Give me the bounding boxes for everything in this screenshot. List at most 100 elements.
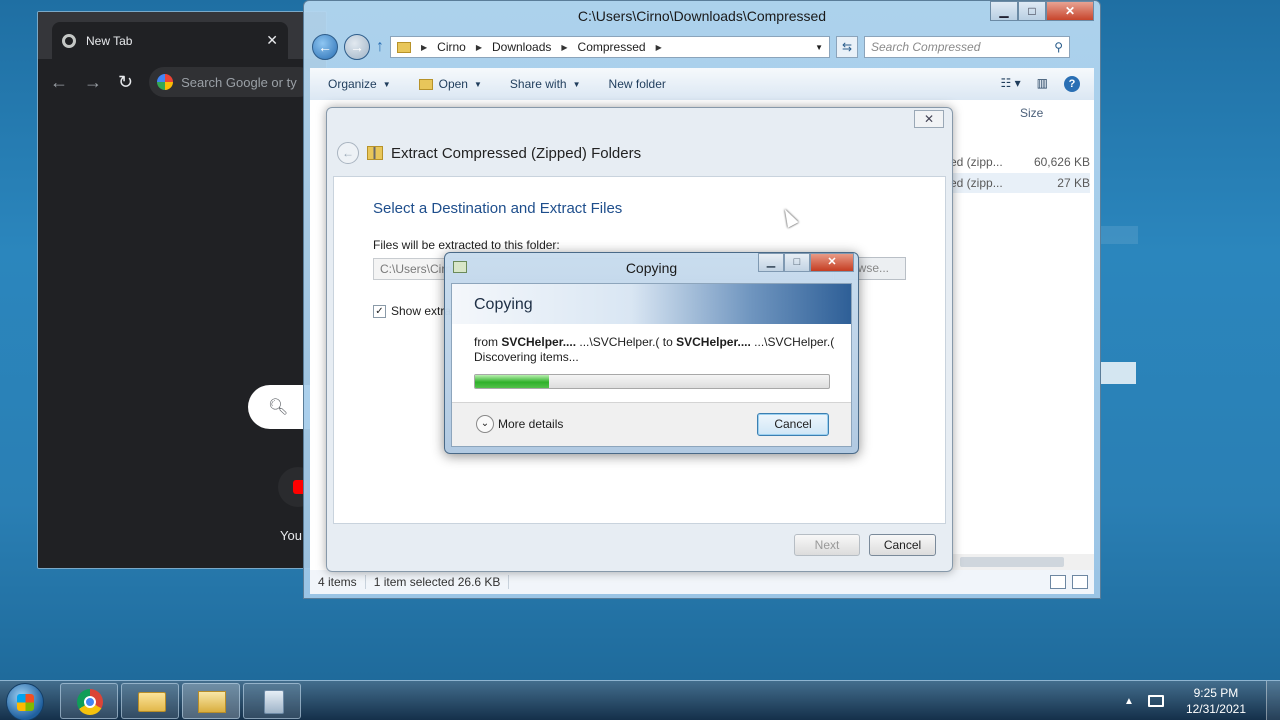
new-folder-button[interactable]: New folder xyxy=(609,77,666,91)
taskbar-libraries[interactable] xyxy=(121,683,179,719)
copying-heading: Copying xyxy=(452,284,851,324)
system-tray: ▲ 9:25 PM 12/31/2021 xyxy=(1124,681,1280,720)
wallpaper-streak xyxy=(1100,226,1138,244)
status-item-count: 4 items xyxy=(310,575,366,589)
caret-down-icon: ▼ xyxy=(382,79,391,89)
view-options-icon[interactable]: ☷ ▾ xyxy=(1001,76,1021,92)
media-icon xyxy=(264,690,284,714)
file-row-type[interactable]: ed (zipp... xyxy=(950,176,1003,190)
copy-progress-bar xyxy=(474,374,830,389)
taskbar: ▲ 9:25 PM 12/31/2021 xyxy=(0,680,1280,720)
chevron-down-icon[interactable]: ⌄ xyxy=(476,415,494,433)
breadcrumb-item[interactable]: Compressed xyxy=(578,40,646,54)
destination-label: Files will be extracted to this folder: xyxy=(373,238,560,252)
start-button[interactable] xyxy=(6,683,44,720)
open-folder-icon xyxy=(418,78,433,90)
close-button[interactable]: ✕ xyxy=(914,110,944,128)
wallpaper-streak xyxy=(1100,362,1136,384)
breadcrumb-separator-icon: ▶ xyxy=(475,42,482,52)
explorer-folder-icon xyxy=(198,691,226,713)
breadcrumb-item[interactable]: Cirno xyxy=(437,40,466,54)
tab-title: New Tab xyxy=(86,33,133,48)
more-details-toggle[interactable]: ⌄ More details xyxy=(476,415,563,433)
wizard-header: ← Extract Compressed (Zipped) Folders xyxy=(337,142,641,164)
close-button[interactable]: ✕ xyxy=(810,253,854,272)
search-placeholder: Search Compressed xyxy=(871,40,981,54)
caret-down-icon: ▼ xyxy=(572,79,581,89)
taskbar-chrome[interactable] xyxy=(60,683,118,719)
forward-button[interactable]: → xyxy=(344,34,370,60)
clock-time: 9:25 PM xyxy=(1193,686,1239,700)
clock-date: 12/31/2021 xyxy=(1185,702,1246,716)
next-button[interactable]: Next xyxy=(794,534,860,556)
more-details-label: More details xyxy=(498,417,564,431)
up-arrow-icon[interactable]: ↑ xyxy=(376,38,384,56)
chrome-favicon-icon xyxy=(62,33,76,48)
from-name: SVCHelper.... xyxy=(501,335,577,349)
breadcrumb-item[interactable]: Downloads xyxy=(492,40,551,54)
minimize-button[interactable]: ▁ xyxy=(990,1,1018,21)
back-arrow-icon[interactable]: ← xyxy=(50,72,68,93)
new-folder-label: New folder xyxy=(608,77,666,91)
forward-arrow-icon[interactable]: → xyxy=(84,72,102,93)
to-path: ...\SVCHelper.( xyxy=(754,335,835,349)
organize-menu[interactable]: Organize ▼ xyxy=(328,77,391,91)
preview-pane-icon[interactable]: ▥ xyxy=(1037,76,1048,92)
chrome-tab-new-tab[interactable]: New Tab ✕ xyxy=(52,22,288,59)
progress-fill xyxy=(475,375,550,388)
status-bar: 4 items 1 item selected 26.6 KB xyxy=(310,570,1094,594)
taskbar-explorer[interactable] xyxy=(182,683,240,719)
to-name: SVCHelper.... xyxy=(676,335,751,349)
scrollbar-thumb[interactable] xyxy=(960,557,1064,567)
copying-panel: Copying from SVCHelper.... ...\SVCHelper… xyxy=(451,283,852,447)
file-row-size[interactable]: 60,626 KB xyxy=(1030,155,1090,169)
copy-cancel-button[interactable]: Cancel xyxy=(757,413,829,436)
omnibox[interactable]: Search Google or ty xyxy=(149,67,314,97)
chrome-window: New Tab ✕ ← → ↻ Search Google or ty 🔍︎ Y… xyxy=(37,11,327,569)
maximize-button: □ xyxy=(784,253,810,272)
omnibox-placeholder: Search Google or ty xyxy=(181,74,297,90)
back-arrow-icon[interactable]: ← xyxy=(337,142,359,164)
horizontal-scrollbar[interactable] xyxy=(950,554,1094,570)
search-input[interactable]: Search Compressed ⚲ xyxy=(864,36,1070,58)
maximize-button[interactable]: □ xyxy=(1018,1,1046,21)
to-word: to xyxy=(662,335,673,349)
open-menu[interactable]: Open ▼ xyxy=(418,77,482,91)
reload-icon[interactable]: ↻ xyxy=(118,72,133,93)
checkbox-checked-icon[interactable]: ✓ xyxy=(373,304,386,318)
from-path: ...\SVCHelper.( xyxy=(579,335,660,349)
help-icon[interactable]: ? xyxy=(1064,76,1080,92)
details-view-icon[interactable] xyxy=(1050,575,1066,589)
libraries-icon xyxy=(138,692,166,712)
file-row-type[interactable]: ed (zipp... xyxy=(950,155,1003,169)
close-button[interactable]: ✕ xyxy=(1046,1,1094,21)
large-icons-view-icon[interactable] xyxy=(1072,575,1088,589)
cancel-button[interactable]: Cancel xyxy=(869,534,936,556)
show-extracted-checkbox-row[interactable]: ✓ Show extra xyxy=(373,304,451,318)
open-label: Open xyxy=(438,77,468,91)
chrome-icon xyxy=(77,689,103,715)
clock[interactable]: 9:25 PM 12/31/2021 xyxy=(1186,685,1246,717)
search-icon: ⚲ xyxy=(1054,40,1063,54)
address-dropdown-icon[interactable]: ▼ xyxy=(815,43,823,52)
back-button[interactable]: ← xyxy=(312,34,338,60)
from-word: from xyxy=(474,335,498,349)
status-selection: 1 item selected 26.6 KB xyxy=(366,575,510,589)
minimize-button[interactable]: ▁ xyxy=(758,253,784,272)
tray-expand-icon[interactable]: ▲ xyxy=(1124,696,1134,707)
column-header-size[interactable]: Size xyxy=(1020,106,1043,120)
taskbar-media[interactable] xyxy=(243,683,301,719)
refresh-button[interactable]: ⇆ xyxy=(836,36,858,58)
copying-dialog: Copying ▁ □ ✕ Copying from SVCHelper....… xyxy=(444,252,859,454)
address-bar[interactable]: ▶ Cirno ▶ Downloads ▶ Compressed ▶ ▼ xyxy=(390,36,830,58)
share-with-menu[interactable]: Share with ▼ xyxy=(510,77,581,91)
explorer-toolbar: Organize ▼ Open ▼ Share with ▼ New folder ☷… xyxy=(310,68,1094,100)
show-desktop-button[interactable] xyxy=(1266,681,1280,720)
explorer-title: C:\Users\Cirno\Downloads\Compressed xyxy=(577,8,827,24)
file-row-size[interactable]: 27 KB xyxy=(1030,176,1090,190)
breadcrumb-separator-icon: ▶ xyxy=(421,42,428,52)
caret-down-icon: ▼ xyxy=(473,79,482,89)
tab-close-icon[interactable]: ✕ xyxy=(266,32,278,49)
show-extracted-label: Show extra xyxy=(391,304,452,318)
network-icon[interactable] xyxy=(1147,695,1164,707)
